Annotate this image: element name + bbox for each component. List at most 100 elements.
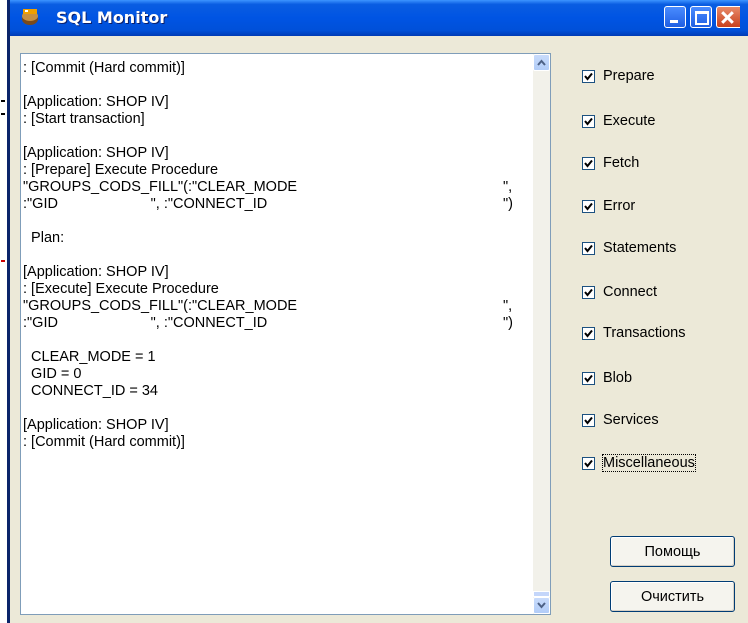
checkmark-icon xyxy=(584,288,593,297)
option-label: Miscellaneous xyxy=(602,454,696,472)
checkbox[interactable] xyxy=(582,69,595,83)
app-icon xyxy=(22,9,38,25)
log-line-text: : [Start transaction] xyxy=(23,111,145,127)
log-line: : [Start transaction] xyxy=(23,111,528,128)
log-line: [Application: SHOP IV] xyxy=(23,417,528,434)
log-content: : [Commit (Hard commit)] [Application: SH… xyxy=(23,60,528,451)
log-line-tail: ", xyxy=(503,298,513,314)
option-connect[interactable]: Connect xyxy=(582,282,657,302)
vertical-scrollbar[interactable] xyxy=(533,54,550,614)
checkmark-icon xyxy=(584,244,593,253)
checkbox[interactable] xyxy=(582,413,595,427)
checkbox[interactable] xyxy=(582,326,595,340)
scroll-down-button[interactable] xyxy=(533,597,550,614)
log-line-text: Plan: xyxy=(23,230,65,246)
checkmark-icon xyxy=(584,159,593,168)
checkmark-icon xyxy=(584,416,593,425)
log-line-tail: ", xyxy=(503,179,513,195)
option-label: Services xyxy=(603,412,659,428)
title-bar[interactable]: SQL Monitor xyxy=(10,0,748,36)
option-label: Connect xyxy=(603,284,658,300)
checkmark-icon xyxy=(584,329,593,338)
log-line: : [Prepare] Execute Procedure xyxy=(23,162,528,179)
checkmark-icon xyxy=(584,117,593,126)
chevron-down-icon xyxy=(537,602,546,609)
log-line-text: : [Prepare] Execute Procedure xyxy=(23,162,219,178)
log-textarea[interactable]: : [Commit (Hard commit)] [Application: SH… xyxy=(20,53,551,615)
log-line-tail: ") xyxy=(503,315,513,331)
checkbox[interactable] xyxy=(582,241,595,255)
log-line: CLEAR_MODE = 1 xyxy=(23,349,528,366)
checkbox[interactable] xyxy=(582,371,595,385)
background-mark xyxy=(1,100,5,102)
option-statements[interactable]: Statements xyxy=(582,238,676,258)
minimize-button[interactable] xyxy=(664,6,686,28)
option-services[interactable]: Services xyxy=(582,410,659,430)
log-line: : [Execute] Execute Procedure xyxy=(23,281,528,298)
log-line: "GROUPS_CODS_FILL"(:"CLEAR_MODE ", xyxy=(23,179,528,196)
log-line: GID = 0 xyxy=(23,366,528,383)
option-transactions[interactable]: Transactions xyxy=(582,323,685,343)
checkbox[interactable] xyxy=(582,199,595,213)
log-line: Plan: xyxy=(23,230,528,247)
log-line-text: :"GID ", :"CONNECT_ID xyxy=(23,315,268,331)
log-line-text: :"GID ", :"CONNECT_ID xyxy=(23,196,268,212)
log-line: : [Commit (Hard commit)] xyxy=(23,434,528,451)
chevron-up-icon xyxy=(537,59,546,66)
log-line: :"GID ", :"CONNECT_ID ") xyxy=(23,196,528,213)
log-line-text: [Application: SHOP IV] xyxy=(23,145,169,161)
window-title: SQL Monitor xyxy=(56,8,168,27)
checkbox[interactable] xyxy=(582,114,595,128)
sql-monitor-window: SQL Monitor : [Commit (Hard commit)] [App… xyxy=(7,0,748,623)
log-line-text: CONNECT_ID = 34 xyxy=(23,383,158,399)
log-line: :"GID ", :"CONNECT_ID ") xyxy=(23,315,528,332)
maximize-button[interactable] xyxy=(690,6,712,28)
log-line-text: [Application: SHOP IV] xyxy=(23,264,169,280)
option-execute[interactable]: Execute xyxy=(582,111,655,131)
scroll-up-button[interactable] xyxy=(533,54,550,71)
log-line-tail: ") xyxy=(503,196,513,212)
checkbox[interactable] xyxy=(582,156,595,170)
log-line: [Application: SHOP IV] xyxy=(23,94,528,111)
checkbox[interactable] xyxy=(582,285,595,299)
log-line-text: : [Execute] Execute Procedure xyxy=(23,281,219,297)
checkmark-icon xyxy=(584,202,593,211)
log-line-text: [Application: SHOP IV] xyxy=(23,94,169,110)
option-prepare[interactable]: Prepare xyxy=(582,66,655,86)
option-label: Transactions xyxy=(603,325,686,341)
log-line: [Application: SHOP IV] xyxy=(23,264,528,281)
option-blob[interactable]: Blob xyxy=(582,368,632,388)
checkbox[interactable] xyxy=(582,456,595,470)
log-line-text: : [Commit (Hard commit)] xyxy=(23,434,185,450)
option-label: Execute xyxy=(603,113,656,129)
option-label: Blob xyxy=(603,370,633,386)
clear-button[interactable]: Очистить xyxy=(610,581,735,612)
option-error[interactable]: Error xyxy=(582,196,635,216)
option-label: Error xyxy=(603,198,636,214)
log-line-text: : [Commit (Hard commit)] xyxy=(23,60,185,76)
checkmark-icon xyxy=(584,459,593,468)
option-label: Prepare xyxy=(603,68,655,84)
background-mark xyxy=(1,113,5,115)
log-line: : [Commit (Hard commit)] xyxy=(23,60,528,77)
checkmark-icon xyxy=(584,72,593,81)
option-label: Statements xyxy=(603,240,677,256)
help-button[interactable]: Помощь xyxy=(610,536,735,567)
log-line-text: "GROUPS_CODS_FILL"(:"CLEAR_MODE xyxy=(23,298,298,314)
log-line-text: GID = 0 xyxy=(23,366,82,382)
option-label: Fetch xyxy=(603,155,640,171)
log-line: "GROUPS_CODS_FILL"(:"CLEAR_MODE ", xyxy=(23,298,528,315)
close-button[interactable] xyxy=(716,6,740,28)
log-line-text: [Application: SHOP IV] xyxy=(23,417,169,433)
checkmark-icon xyxy=(584,374,593,383)
background-mark xyxy=(1,260,5,262)
log-line: CONNECT_ID = 34 xyxy=(23,383,528,400)
option-miscellaneous[interactable]: Miscellaneous xyxy=(582,453,696,473)
option-fetch[interactable]: Fetch xyxy=(582,153,639,173)
